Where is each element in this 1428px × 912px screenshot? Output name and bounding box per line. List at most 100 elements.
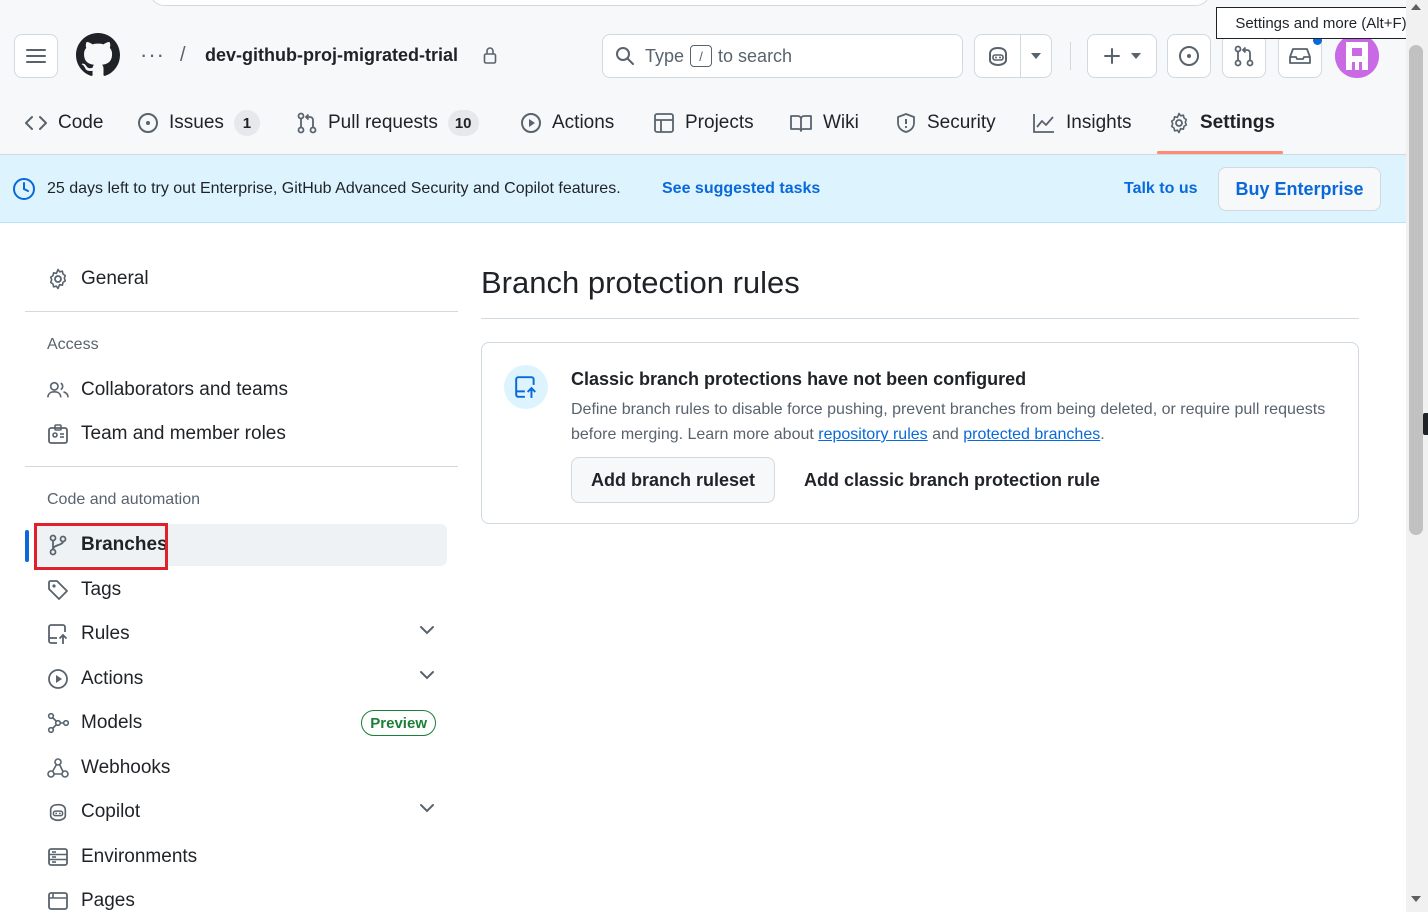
hamburger-icon	[26, 49, 46, 63]
sidebar-item-label: Actions	[81, 668, 144, 689]
sidebar-item-rules[interactable]: Rules	[35, 613, 447, 655]
shield-icon	[897, 113, 915, 133]
your-issues-button[interactable]	[1167, 34, 1211, 78]
trial-message: 25 days left to try out Enterprise, GitH…	[47, 180, 621, 197]
browser-icon	[48, 892, 68, 910]
table-icon	[654, 113, 674, 133]
sidebar-item-label: Pages	[81, 890, 135, 911]
tab-issues[interactable]: Issues 1	[137, 98, 260, 148]
hamburger-menu-button[interactable]	[14, 34, 58, 78]
id-badge-icon	[48, 424, 68, 444]
webhook-icon	[47, 758, 69, 778]
copilot-button-group[interactable]	[974, 34, 1052, 78]
sidebar-item-label: Copilot	[81, 801, 141, 822]
clock-icon	[13, 178, 35, 200]
breadcrumb-separator: /	[180, 44, 186, 66]
repo-push-icon	[504, 365, 548, 409]
plus-icon	[1104, 48, 1120, 64]
browser-top-strip	[0, 0, 1428, 8]
page-scrollbar[interactable]	[1406, 0, 1428, 912]
sidebar-item-collaborators[interactable]: Collaborators and teams	[35, 369, 447, 411]
sidebar-item-pages[interactable]: Pages	[35, 880, 447, 912]
description-and: and	[927, 426, 964, 443]
avatar[interactable]	[1335, 34, 1379, 78]
sidebar-item-copilot[interactable]: Copilot	[35, 791, 447, 833]
inbox-icon	[1289, 48, 1311, 64]
server-icon	[48, 848, 68, 866]
annotation-highlight-box	[34, 523, 168, 570]
tab-code-label: Code	[58, 112, 104, 133]
sidebar-heading-access: Access	[47, 336, 99, 353]
issues-counter: 1	[233, 110, 260, 136]
play-icon	[48, 669, 68, 689]
blank-state-description: Define branch rules to disable force pus…	[571, 397, 1331, 447]
copilot-button[interactable]	[975, 35, 1021, 77]
repo-name-link[interactable]: dev-github-proj-migrated-trial	[205, 45, 458, 66]
repository-rules-link[interactable]: repository rules	[818, 426, 927, 443]
settings-tooltip: Settings and more (Alt+F)	[1216, 7, 1426, 39]
search-prefix: Type	[645, 45, 685, 66]
page-title: Branch protection rules	[481, 265, 800, 300]
github-logo[interactable]	[76, 33, 120, 77]
suggested-tasks-link[interactable]: See suggested tasks	[662, 180, 820, 198]
your-pull-requests-button[interactable]	[1222, 34, 1266, 78]
tab-security[interactable]: Security	[895, 98, 996, 148]
tag-icon	[48, 580, 68, 600]
pull-requests-counter: 10	[447, 110, 479, 136]
trial-banner: 25 days left to try out Enterprise, GitH…	[0, 155, 1406, 223]
sidebar-item-team-roles[interactable]: Team and member roles	[35, 413, 447, 455]
tab-wiki[interactable]: Wiki	[789, 98, 859, 148]
tab-insights-label: Insights	[1066, 112, 1132, 133]
people-icon	[47, 381, 69, 398]
copilot-icon	[988, 46, 1007, 67]
search-suffix: to search	[718, 45, 793, 66]
tab-pull-requests[interactable]: Pull requests 10	[296, 98, 479, 148]
add-classic-rule-button[interactable]: Add classic branch protection rule	[804, 457, 1100, 503]
tab-actions[interactable]: Actions	[520, 98, 614, 148]
tab-settings[interactable]: Settings	[1168, 98, 1275, 148]
tab-security-label: Security	[927, 112, 996, 133]
sidebar-item-actions[interactable]: Actions	[35, 658, 447, 700]
chevron-down-icon	[1131, 53, 1141, 59]
description-end: .	[1100, 426, 1105, 443]
chevron-down-icon	[420, 804, 434, 813]
code-icon	[25, 116, 47, 130]
chevron-down-icon	[420, 626, 434, 635]
breadcrumb-more-button[interactable]: ···	[140, 42, 165, 68]
buy-enterprise-button[interactable]: Buy Enterprise	[1218, 167, 1381, 211]
sidebar-item-webhooks[interactable]: Webhooks	[35, 747, 447, 789]
tab-pull-requests-label: Pull requests	[328, 112, 438, 133]
search-icon	[616, 47, 634, 65]
sidebar-item-environments[interactable]: Environments	[35, 836, 447, 878]
tab-projects[interactable]: Projects	[653, 98, 754, 148]
header-divider	[1070, 42, 1071, 70]
sidebar-item-tags[interactable]: Tags	[35, 569, 447, 611]
talk-to-us-link[interactable]: Talk to us	[1124, 180, 1198, 198]
tab-wiki-label: Wiki	[823, 112, 859, 133]
chevron-down-icon	[420, 671, 434, 680]
sidebar-item-models[interactable]: Models Preview	[35, 702, 447, 744]
tab-code[interactable]: Code	[24, 98, 103, 148]
blank-state-heading: Classic branch protections have not been…	[571, 369, 1027, 389]
protected-branches-link[interactable]: protected branches	[963, 426, 1100, 443]
sidebar-item-label: Webhooks	[81, 757, 171, 778]
create-new-button[interactable]	[1087, 34, 1157, 78]
scroll-up-arrow[interactable]	[1411, 4, 1421, 10]
blank-state-panel: Classic branch protections have not been…	[481, 342, 1359, 524]
sidebar-item-label: Rules	[81, 623, 130, 644]
scroll-down-arrow[interactable]	[1411, 896, 1421, 902]
chevron-down-icon	[1031, 53, 1041, 59]
copilot-dropdown[interactable]	[1021, 35, 1051, 77]
lock-icon	[483, 46, 497, 64]
add-branch-ruleset-button[interactable]: Add branch ruleset	[571, 457, 775, 503]
tab-insights[interactable]: Insights	[1032, 98, 1131, 148]
sidebar-item-label: Team and member roles	[81, 423, 286, 444]
sidebar-item-label: Tags	[81, 579, 122, 600]
pull-request-icon	[297, 112, 317, 134]
tab-settings-label: Settings	[1200, 112, 1275, 133]
sidebar-item-general[interactable]: General	[35, 258, 447, 300]
scrollbar-thumb[interactable]	[1409, 45, 1423, 535]
preview-badge: Preview	[361, 710, 436, 736]
search-input[interactable]: Type / to search	[602, 34, 963, 78]
sidebar-item-label: Models	[81, 712, 143, 733]
